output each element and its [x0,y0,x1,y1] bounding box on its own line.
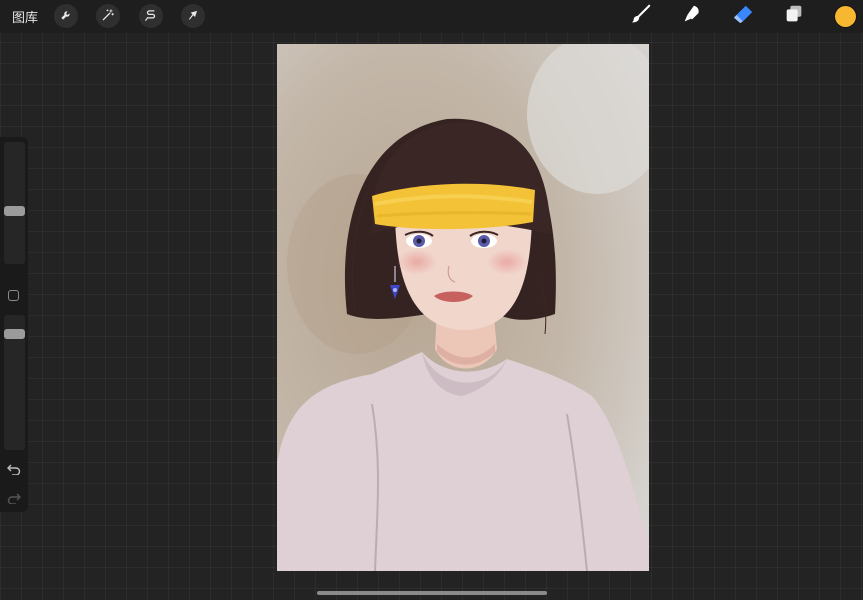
eraser-icon [732,3,754,29]
magic-wand-icon [101,7,115,26]
color-picker-swatch[interactable] [835,6,856,27]
home-indicator [317,591,547,595]
modify-button[interactable] [8,290,19,301]
layers-button[interactable] [781,4,807,28]
opacity-handle[interactable] [4,328,25,339]
actions-button[interactable] [54,4,78,28]
wrench-icon [59,7,73,26]
undo-icon [7,460,21,479]
artwork-illustration [277,44,649,571]
arrow-cursor-icon [186,7,200,26]
selection-button[interactable] [139,4,163,28]
layers-icon [783,3,805,29]
brush-tool-button[interactable] [628,4,654,28]
left-sidebar [0,137,28,512]
smudge-tool-button[interactable] [679,4,705,28]
brush-size-handle[interactable] [4,205,25,216]
eraser-tool-button[interactable] [730,4,756,28]
redo-button[interactable] [6,491,22,505]
gallery-button[interactable]: 图库 [12,7,38,26]
selection-s-icon [144,7,158,26]
brush-icon [630,3,652,29]
undo-button[interactable] [6,462,22,476]
redo-icon [7,489,21,508]
brush-size-slider[interactable] [4,142,25,264]
adjustments-button[interactable] [96,4,120,28]
drawing-canvas[interactable] [277,44,649,571]
smudge-icon [681,3,703,29]
transform-button[interactable] [181,4,205,28]
top-toolbar: 图库 [0,0,863,33]
